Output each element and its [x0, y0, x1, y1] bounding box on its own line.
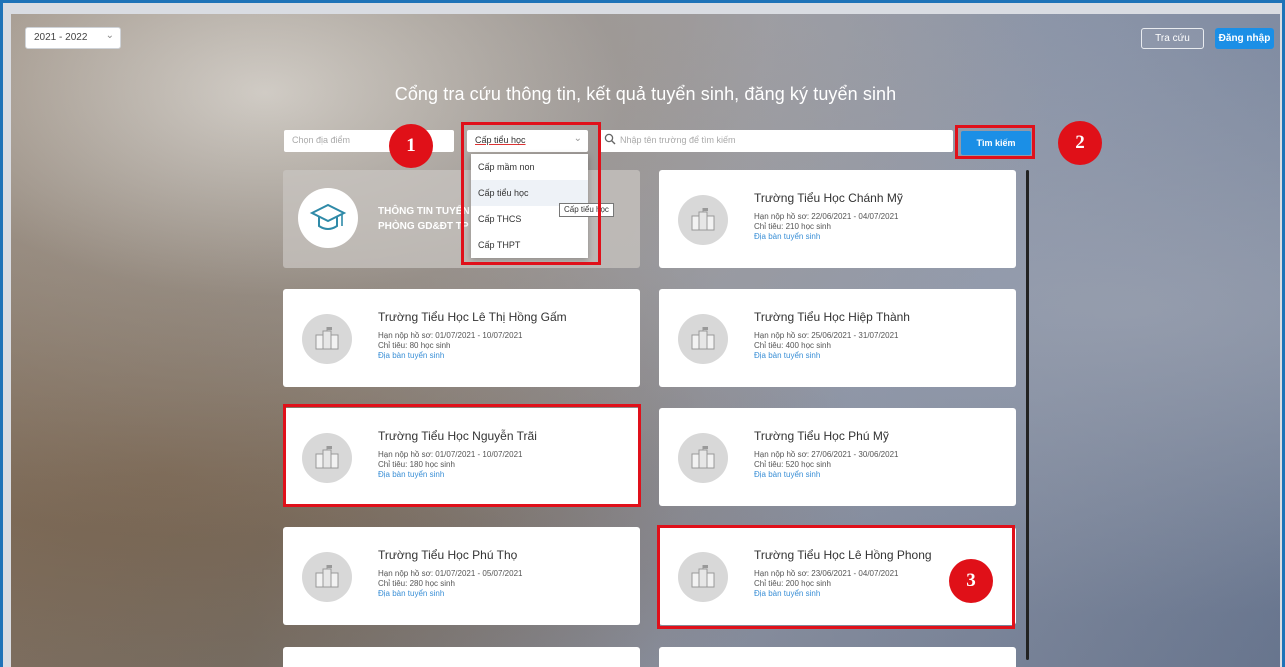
list-scrollbar[interactable] — [1026, 170, 1029, 660]
school-name: Trường Tiểu Học Lê Thị Hồng Gấm — [378, 310, 567, 324]
school-card[interactable]: Trường Tiểu Học Phú Thọ Hạn nộp hồ sơ: 0… — [283, 527, 640, 625]
school-card[interactable]: Trường Tiểu Học Chánh Mỹ Hạn nộp hồ sơ: … — [659, 170, 1016, 268]
school-building-icon — [678, 195, 728, 245]
school-building-icon — [302, 552, 352, 602]
graduation-cap-icon — [298, 188, 358, 248]
enrollment-area-link[interactable]: Địa bàn tuyển sinh — [754, 351, 820, 360]
chevron-down-icon: ⌄ — [105, 30, 114, 41]
school-quota: Chỉ tiêu: 280 học sinh — [378, 579, 455, 588]
app-frame: 2021 - 2022 ⌄ Tra cứu Đăng nhập Cổng tra… — [0, 0, 1285, 667]
school-deadline: Hạn nộp hồ sơ: 25/06/2021 - 31/07/2021 — [754, 331, 899, 340]
login-button[interactable]: Đăng nhập — [1215, 28, 1274, 49]
school-card[interactable]: Trường Tiểu Học Phú Mỹ Hạn nộp hồ sơ: 27… — [659, 408, 1016, 506]
location-placeholder: Chọn địa điểm — [292, 135, 351, 145]
dept-card-line2: PHÒNG GD&ĐT TP — [378, 221, 469, 232]
school-quota: Chỉ tiêu: 400 học sinh — [754, 341, 831, 350]
school-deadline: Hạn nộp hồ sơ: 01/07/2021 - 05/07/2021 — [378, 569, 523, 578]
enrollment-area-link[interactable]: Địa bàn tuyển sinh — [754, 232, 820, 241]
school-name: Trường Tiểu Học Hiệp Thành — [754, 310, 910, 324]
enrollment-area-link[interactable]: Địa bàn tuyển sinh — [754, 470, 820, 479]
enrollment-area-link[interactable]: Địa bàn tuyển sinh — [378, 589, 444, 598]
search-icon — [604, 133, 616, 145]
school-card-partial[interactable] — [283, 647, 640, 667]
step-badge-1: 1 — [389, 124, 433, 168]
school-year-value: 2021 - 2022 — [34, 32, 88, 43]
school-building-icon — [678, 314, 728, 364]
search-placeholder: Nhập tên trường để tìm kiếm — [620, 135, 736, 145]
school-deadline: Hạn nộp hồ sơ: 01/07/2021 - 10/07/2021 — [378, 331, 523, 340]
highlight-school-card — [283, 404, 641, 507]
highlight-search-button — [955, 125, 1035, 159]
highlight-level-select — [461, 122, 601, 265]
dept-card-line1: THÔNG TIN TUYỂN — [378, 206, 470, 217]
school-building-icon — [302, 314, 352, 364]
school-quota: Chỉ tiêu: 520 học sinh — [754, 460, 831, 469]
school-year-select[interactable]: 2021 - 2022 ⌄ — [25, 27, 121, 49]
school-card[interactable]: Trường Tiểu Học Hiệp Thành Hạn nộp hồ sơ… — [659, 289, 1016, 387]
school-deadline: Hạn nộp hồ sơ: 27/06/2021 - 30/06/2021 — [754, 450, 899, 459]
step-badge-2: 2 — [1058, 121, 1102, 165]
school-quota: Chỉ tiêu: 80 học sinh — [378, 341, 451, 350]
school-card-partial[interactable] — [659, 647, 1016, 667]
school-search-input[interactable]: Nhập tên trường để tìm kiếm — [598, 130, 953, 152]
school-name: Trường Tiểu Học Chánh Mỹ — [754, 191, 903, 205]
step-badge-3: 3 — [949, 559, 993, 603]
school-name: Trường Tiểu Học Phú Mỹ — [754, 429, 889, 443]
school-deadline: Hạn nộp hồ sơ: 22/06/2021 - 04/07/2021 — [754, 212, 899, 221]
enrollment-area-link[interactable]: Địa bàn tuyển sinh — [378, 351, 444, 360]
school-name: Trường Tiểu Học Phú Thọ — [378, 548, 518, 562]
lookup-button[interactable]: Tra cứu — [1141, 28, 1204, 49]
background-image — [11, 14, 1280, 667]
school-building-icon — [678, 433, 728, 483]
school-card[interactable]: Trường Tiểu Học Lê Thị Hồng Gấm Hạn nộp … — [283, 289, 640, 387]
school-quota: Chỉ tiêu: 210 học sinh — [754, 222, 831, 231]
page-title: Cổng tra cứu thông tin, kết quả tuyển si… — [394, 84, 897, 104]
